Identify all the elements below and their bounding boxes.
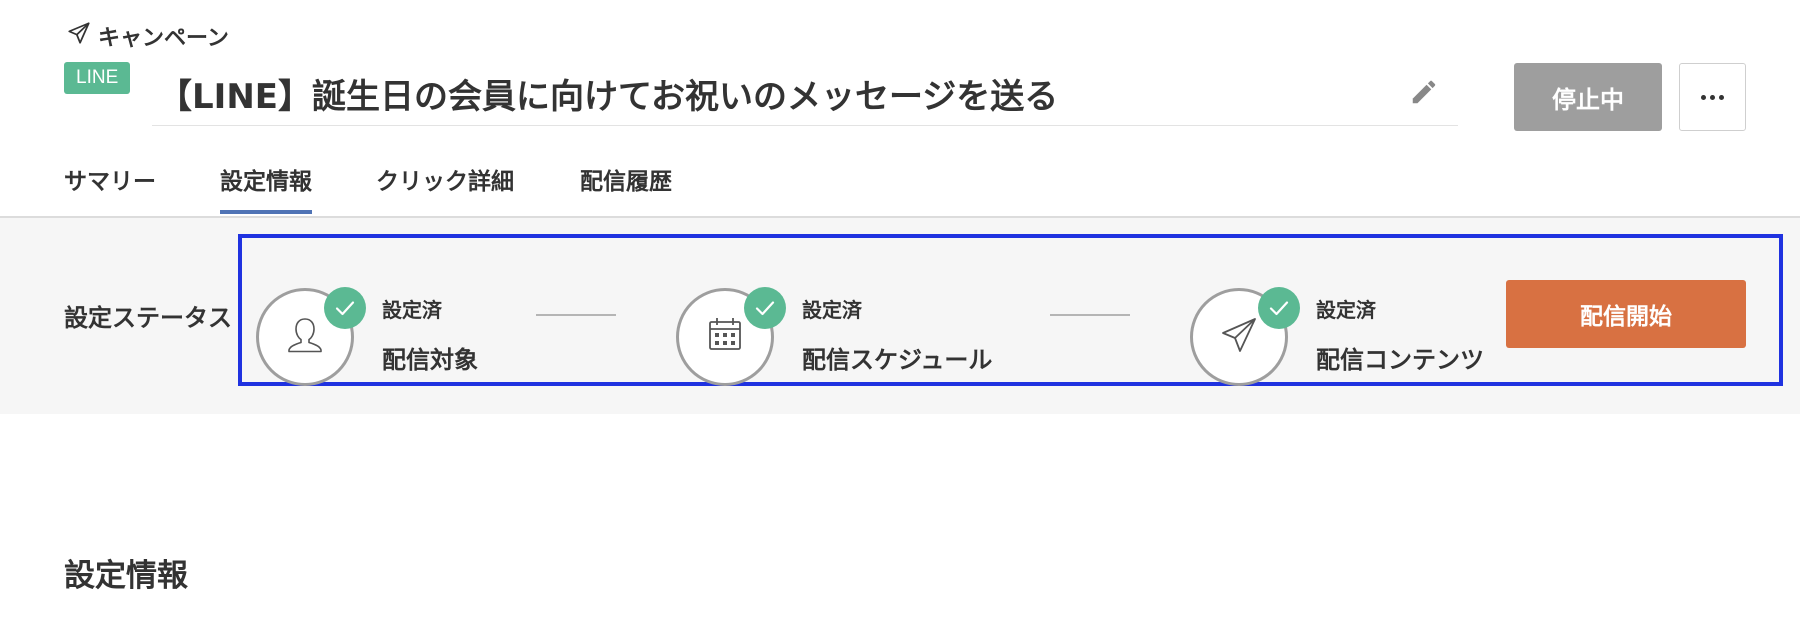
start-delivery-button[interactable]: 配信開始 bbox=[1506, 280, 1746, 348]
more-dot bbox=[1719, 94, 1724, 100]
pencil-icon bbox=[1409, 77, 1439, 111]
step-state: 設定済 bbox=[802, 298, 862, 322]
setting-status-panel: 設定ステータス 設定済 配信対象 設定済 配信スケジュール 設定済 配信コンテン… bbox=[0, 218, 1800, 414]
tab-bar: サマリー 設定情報 クリック詳細 配信履歴 bbox=[0, 150, 1800, 218]
check-icon bbox=[1258, 287, 1300, 329]
more-dot bbox=[1701, 94, 1706, 100]
step-state: 設定済 bbox=[382, 298, 442, 322]
calendar-icon bbox=[701, 311, 749, 363]
tab-settings[interactable]: 設定情報 bbox=[220, 162, 312, 214]
step-name: 配信スケジュール bbox=[802, 346, 993, 374]
more-dot bbox=[1710, 94, 1715, 100]
check-icon bbox=[744, 287, 786, 329]
title-row: LINE bbox=[64, 62, 131, 94]
step-connector bbox=[536, 314, 616, 316]
tab-click-details[interactable]: クリック詳細 bbox=[376, 162, 514, 212]
step-connector bbox=[1050, 314, 1130, 316]
channel-badge: LINE bbox=[64, 62, 131, 94]
paper-plane-icon bbox=[1215, 311, 1263, 363]
person-icon bbox=[281, 311, 329, 363]
step-name: 配信対象 bbox=[382, 346, 478, 374]
more-options-button[interactable] bbox=[1679, 63, 1746, 131]
highlight-box: 設定済 配信対象 設定済 配信スケジュール 設定済 配信コンテンツ 配信開始 bbox=[238, 234, 1783, 386]
setting-status-label: 設定ステータス bbox=[64, 304, 232, 332]
breadcrumb-label: キャンペーン bbox=[98, 26, 229, 51]
section-heading: 設定情報 bbox=[64, 558, 188, 594]
tab-summary[interactable]: サマリー bbox=[64, 162, 156, 212]
breadcrumb[interactable]: キャンペーン bbox=[66, 20, 229, 52]
tab-delivery-history[interactable]: 配信履歴 bbox=[580, 162, 672, 212]
step-state: 設定済 bbox=[1316, 298, 1376, 322]
title-field[interactable]: 【LINE】誕生日の会員に向けてお祝いのメッセージを送る bbox=[152, 62, 1458, 126]
check-icon bbox=[324, 287, 366, 329]
status-button[interactable]: 停止中 bbox=[1514, 63, 1662, 131]
step-name: 配信コンテンツ bbox=[1316, 346, 1484, 374]
paper-plane-icon bbox=[66, 20, 92, 52]
campaign-title: 【LINE】誕生日の会員に向けてお祝いのメッセージを送る bbox=[158, 77, 1059, 117]
campaign-page: キャンペーン LINE 【LINE】誕生日の会員に向けてお祝いのメッセージを送る… bbox=[0, 0, 1800, 638]
edit-title-button[interactable] bbox=[1404, 74, 1444, 114]
